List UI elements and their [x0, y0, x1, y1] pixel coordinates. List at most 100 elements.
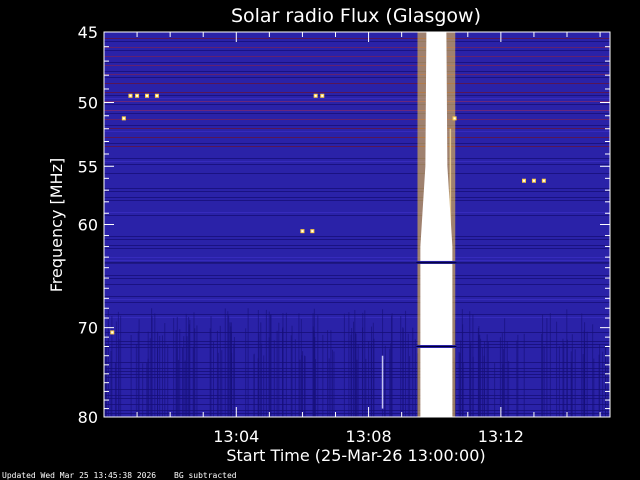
noise-streak — [353, 321, 355, 417]
updated-timestamp: Updated Wed Mar 25 13:45:38 2026 — [2, 471, 156, 480]
emission-spot-core — [129, 94, 132, 97]
interference-band — [104, 119, 610, 120]
spectrum-row — [104, 200, 610, 201]
noise-streak — [210, 316, 212, 417]
interference-band — [104, 38, 610, 39]
noise-streak — [179, 329, 181, 417]
interference-band — [104, 146, 610, 147]
chart-title: Solar radio Flux (Glasgow) — [231, 5, 481, 27]
interference-band — [104, 92, 610, 93]
emission-spot-core — [301, 230, 304, 233]
noise-streak — [494, 363, 496, 417]
noise-streak — [478, 335, 480, 417]
noise-streak — [581, 313, 583, 417]
noise-streak — [499, 337, 501, 417]
spectrum-row — [104, 113, 610, 114]
noise-streak — [317, 315, 319, 417]
noise-streak — [357, 344, 359, 417]
noise-streak — [407, 333, 409, 417]
interference-band — [104, 137, 610, 138]
noise-streak — [138, 319, 140, 417]
spectrum-row — [104, 299, 610, 300]
emission-spot-core — [532, 179, 535, 182]
interference-band — [104, 47, 610, 48]
noise-streak — [370, 343, 372, 417]
noise-streak — [135, 344, 137, 417]
emission-spot-core — [136, 94, 139, 97]
noise-streak — [212, 342, 214, 417]
spectrum-row — [104, 143, 610, 144]
noise-streak — [327, 330, 329, 417]
noise-streak — [328, 358, 330, 417]
spectrum-row — [104, 317, 610, 318]
plot-area — [104, 32, 611, 417]
noise-streak — [196, 325, 198, 417]
noise-streak — [298, 313, 300, 417]
spectrum-row — [104, 257, 610, 258]
noise-streak — [146, 362, 148, 417]
noise-streak — [348, 312, 350, 417]
noise-streak — [389, 348, 391, 417]
noise-streak — [257, 358, 259, 417]
noise-streak — [175, 330, 177, 417]
spectrum-row — [104, 41, 610, 42]
light-streak — [381, 355, 384, 409]
noise-streak — [219, 325, 221, 417]
noise-streak — [159, 335, 161, 417]
noise-streak — [247, 308, 249, 417]
x-tick-label: 13:04 — [213, 427, 259, 446]
emission-spot-core — [155, 94, 158, 97]
y-tick-label: 50 — [78, 94, 98, 113]
spectrum-row — [104, 164, 610, 165]
noise-streak — [273, 340, 275, 417]
noise-streak — [405, 310, 407, 417]
noise-streak — [245, 328, 247, 417]
noise-streak — [368, 341, 370, 417]
spectrum-row — [104, 296, 610, 297]
noise-streak — [460, 340, 462, 417]
spectrum-row — [104, 50, 610, 51]
emission-spot-core — [145, 94, 148, 97]
noise-streak — [599, 344, 601, 417]
noise-streak — [162, 335, 164, 417]
noise-streak — [483, 355, 485, 417]
noise-streak — [356, 359, 358, 417]
noise-streak — [383, 359, 385, 417]
noise-streak — [151, 316, 153, 417]
spectrum-row — [104, 239, 610, 240]
noise-streak — [301, 355, 303, 417]
noise-streak — [230, 322, 232, 417]
noise-streak — [157, 347, 159, 417]
noise-streak — [304, 356, 306, 417]
noise-streak — [268, 337, 270, 417]
noise-streak — [282, 313, 284, 417]
spectrum-row — [104, 212, 610, 213]
spectrum-row — [104, 77, 610, 78]
noise-streak — [130, 335, 132, 417]
interference-band — [104, 56, 610, 57]
emission-spot-core — [453, 117, 456, 120]
emission-spot-core — [122, 117, 125, 120]
noise-streak — [276, 330, 278, 417]
noise-streak — [486, 334, 488, 417]
noise-streak — [480, 338, 482, 417]
noise-streak — [270, 314, 272, 417]
noise-streak — [364, 310, 366, 417]
spectrum-row — [104, 161, 610, 162]
spectrum-row — [104, 125, 610, 126]
noise-streak — [114, 362, 116, 417]
spectrum-row — [104, 314, 610, 315]
noise-streak — [355, 333, 357, 417]
noise-streak — [508, 361, 510, 417]
noise-streak — [584, 322, 586, 417]
spectrum-row — [104, 215, 610, 216]
noise-streak — [351, 328, 353, 417]
noise-streak — [402, 327, 404, 417]
noise-streak — [412, 327, 414, 417]
spectrum-row — [104, 95, 610, 96]
noise-streak — [372, 322, 374, 417]
spectrum-row — [104, 191, 610, 192]
noise-streak — [167, 344, 169, 417]
noise-streak — [184, 360, 186, 417]
noise-streak — [221, 350, 223, 417]
